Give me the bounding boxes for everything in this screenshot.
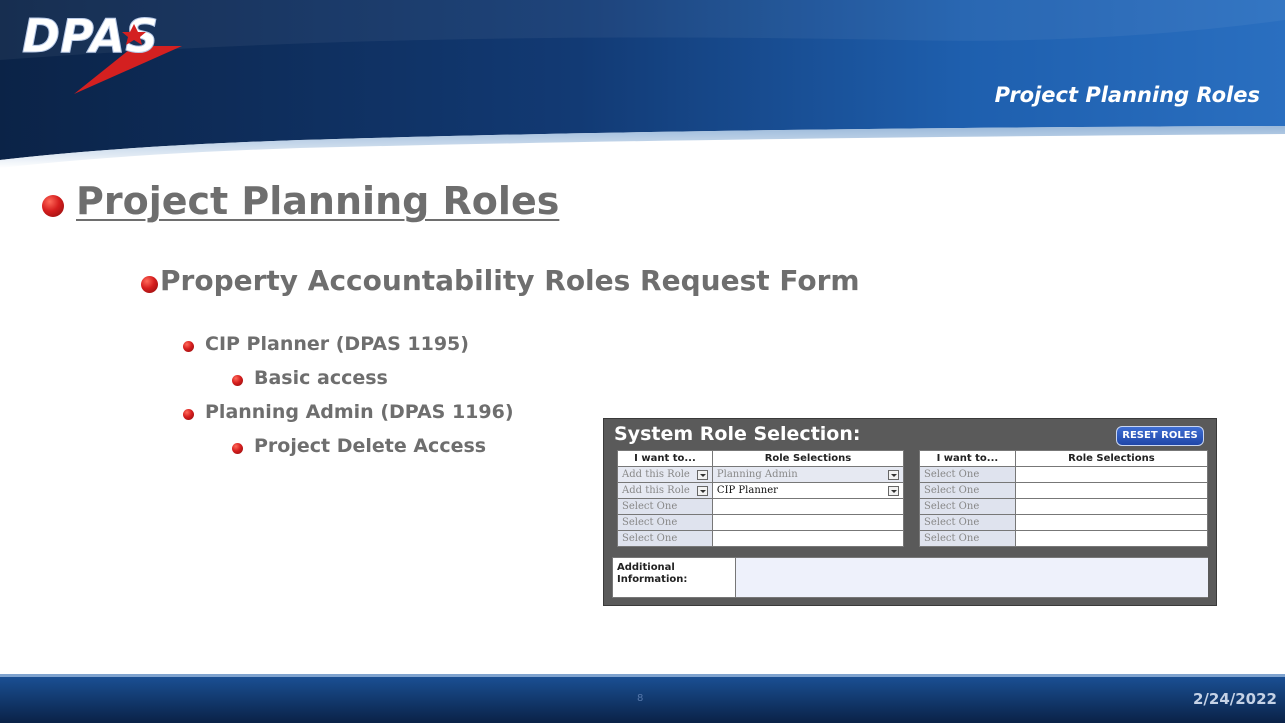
dropdown-arrow-icon[interactable] <box>888 485 899 496</box>
want-select[interactable]: Add this Role <box>617 482 713 499</box>
additional-information-section: Additional Information: <box>612 557 1208 598</box>
want-select[interactable]: Select One <box>617 530 713 547</box>
want-select[interactable]: Select One <box>919 498 1016 515</box>
role-select[interactable] <box>1014 514 1209 531</box>
role-select[interactable] <box>1014 466 1209 483</box>
table-row: Select One <box>617 498 905 515</box>
column-header-roles: Role Selections <box>1014 450 1209 467</box>
table-row: Select One <box>919 514 1209 531</box>
page-heading: Project Planning Roles <box>76 179 560 223</box>
want-select[interactable]: Add this Role <box>617 466 713 483</box>
table-row: Select One <box>919 530 1209 547</box>
bullet-icon <box>42 195 64 217</box>
table-row: Select One <box>617 530 905 547</box>
list-item-sub: Basic access <box>254 367 388 389</box>
section-title: Project Planning Roles <box>994 83 1260 107</box>
header-banner: DPAS Project Planning Roles <box>0 0 1285 180</box>
dpas-logo: DPAS <box>14 2 214 102</box>
column-header-want: I want to... <box>617 450 713 467</box>
want-select[interactable]: Select One <box>617 498 713 515</box>
want-select[interactable]: Select One <box>919 530 1016 547</box>
slide: DPAS Project Planning Roles Project Plan… <box>0 0 1285 723</box>
column-header-want: I want to... <box>919 450 1016 467</box>
list-item: CIP Planner (DPAS 1195) <box>205 333 469 355</box>
table-row: Add this Role CIP Planner <box>617 482 905 499</box>
table-row: Select One <box>919 498 1209 515</box>
list-item-sub: Project Delete Access <box>254 435 487 457</box>
dpas-logo-icon: DPAS <box>22 9 182 94</box>
role-value: CIP Planner <box>716 485 778 496</box>
column-header-roles: Role Selections <box>711 450 905 467</box>
bullet-icon <box>183 409 194 420</box>
dropdown-arrow-icon[interactable] <box>696 485 708 496</box>
role-select[interactable] <box>1014 530 1209 547</box>
want-value: Add this Role <box>622 485 690 496</box>
want-select[interactable]: Select One <box>919 482 1016 499</box>
page-number: 8 <box>637 693 644 704</box>
bullet-icon <box>232 375 243 386</box>
want-select[interactable]: Select One <box>617 514 713 531</box>
bullet-icon <box>232 443 243 454</box>
role-value: Planning Admin <box>716 469 798 480</box>
table-row: Add this Role Planning Admin <box>617 466 905 483</box>
dropdown-arrow-icon[interactable] <box>696 469 708 480</box>
want-select[interactable]: Select One <box>919 466 1016 483</box>
role-select[interactable] <box>1014 498 1209 515</box>
table-row: Select One <box>919 482 1209 499</box>
form-title: System Role Selection: <box>614 423 861 445</box>
role-select[interactable] <box>711 514 905 531</box>
role-select[interactable] <box>711 530 905 547</box>
right-roles-table: I want to... Role Selections Select One … <box>919 450 1209 547</box>
subheading: Property Accountability Roles Request Fo… <box>160 264 860 297</box>
dropdown-arrow-icon[interactable] <box>888 469 899 480</box>
bullet-icon <box>141 276 158 293</box>
additional-information-field[interactable] <box>735 558 1208 597</box>
table-row: Select One <box>617 514 905 531</box>
bullet-icon <box>183 341 194 352</box>
slide-date: 2/24/2022 <box>1192 690 1277 708</box>
reset-roles-button[interactable]: RESET ROLES <box>1116 426 1204 446</box>
role-select[interactable] <box>711 498 905 515</box>
table-row: Select One <box>919 466 1209 483</box>
role-select[interactable] <box>1014 482 1209 499</box>
additional-information-label: Additional Information: <box>617 562 688 585</box>
want-value: Add this Role <box>622 469 690 480</box>
role-select[interactable]: CIP Planner <box>711 482 905 499</box>
role-select[interactable]: Planning Admin <box>711 466 905 483</box>
list-item: Planning Admin (DPAS 1196) <box>205 401 514 423</box>
want-select[interactable]: Select One <box>919 514 1016 531</box>
left-roles-table: I want to... Role Selections Add this Ro… <box>617 450 905 547</box>
